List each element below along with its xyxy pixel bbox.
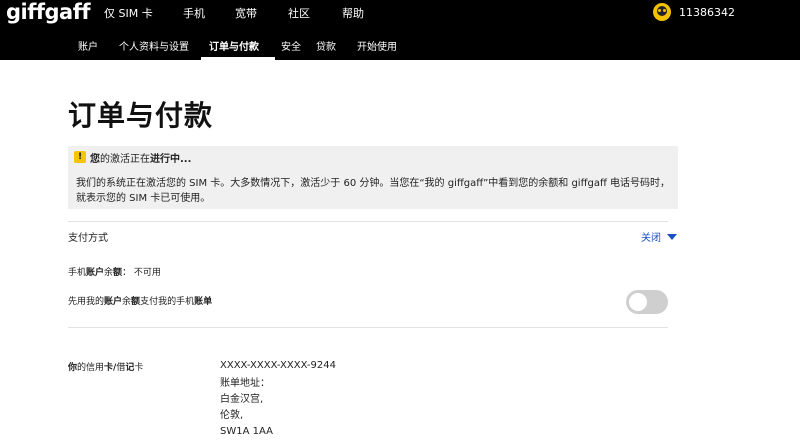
notice-heading-part: 您	[90, 154, 100, 165]
main-nav-help[interactable]: 帮助	[342, 5, 382, 21]
card-label-part: 记	[125, 363, 135, 373]
top-navigation-bar: giffgaff 仅 SIM 卡 手机 宽带 社区 帮助 11386342 账户…	[0, 0, 800, 60]
billing-address-line: 白金汉宫,	[220, 394, 264, 405]
notice-heading-part: 的激活正在	[100, 154, 150, 165]
use-balance-part: 支付我的手机	[140, 297, 195, 307]
divider	[68, 221, 668, 222]
sub-nav-profile-settings[interactable]: 个人资料与设置	[119, 38, 207, 60]
sub-nav-loans[interactable]: 贷款	[316, 38, 357, 60]
use-balance-toggle[interactable]	[626, 290, 668, 314]
billing-address-line: 伦敦,	[220, 410, 244, 421]
activation-notice: ! 您的激活正在进行中... 我们的系统正在激活您的 SIM 卡。大多数情况下，…	[68, 146, 678, 209]
card-label-part: 的信用	[77, 363, 105, 373]
card-label-part: 借	[116, 363, 126, 373]
card-label-part: 卡	[134, 363, 144, 373]
use-balance-part: 账户	[104, 297, 123, 307]
sub-nav-get-started[interactable]: 开始使用	[357, 38, 417, 60]
notice-heading: 您的激活正在进行中...	[90, 150, 191, 165]
balance-text-part: 额	[113, 268, 123, 278]
main-nav-phones[interactable]: 手机	[183, 5, 235, 21]
page-title: 订单与付款	[68, 99, 214, 132]
giffgaff-logo[interactable]: giffgaff	[6, 0, 90, 24]
close-label[interactable]: 关闭	[641, 229, 661, 244]
card-label: 你的信用卡/借记卡	[68, 360, 143, 373]
card-number: XXXX-XXXX-XXXX-9244	[220, 360, 336, 371]
sub-nav-account[interactable]: 账户	[78, 38, 119, 60]
warning-icon: !	[74, 151, 86, 163]
avatar-eye-left	[658, 9, 661, 12]
balance-text-part: 手机	[68, 268, 87, 278]
notice-body: 我们的系统正在激活您的 SIM 卡。大多数情况下，激活少于 60 分钟。当您在“…	[76, 178, 671, 204]
divider	[68, 327, 668, 328]
toggle-knob[interactable]	[629, 293, 647, 311]
use-balance-part: 余	[122, 297, 132, 307]
sub-nav-orders-payments[interactable]: 订单与付款	[201, 38, 278, 60]
use-balance-label: 先用我的账户余额支付我的手机账单	[68, 294, 212, 307]
use-balance-part: 额	[131, 297, 141, 307]
sub-nav-security[interactable]: 安全	[278, 38, 316, 60]
payment-method-label: 支付方式	[68, 233, 108, 244]
billing-address-line: 账单地址：	[220, 378, 270, 389]
notice-heading-part: 进行中...	[150, 154, 192, 165]
balance-text-part: 账户	[86, 268, 105, 278]
main-nav-sim-only[interactable]: 仅 SIM 卡	[104, 5, 183, 21]
user-member-number[interactable]: 11386342	[679, 6, 735, 19]
card-label-part: 你	[68, 363, 78, 373]
caret-down-icon[interactable]	[667, 233, 677, 240]
user-account-menu[interactable]: 11386342	[653, 3, 735, 21]
avatar-eye-right	[663, 9, 666, 12]
sub-nav: 账户 个人资料与设置 订单与付款 安全 贷款 开始使用	[78, 38, 417, 60]
card-label-part: 卡/	[104, 363, 117, 373]
billing-address-line: SW1A 1AA	[220, 426, 273, 437]
balance-text-part: ： 不可用	[122, 268, 161, 278]
main-nav-community[interactable]: 社区	[288, 5, 342, 21]
main-nav-broadband[interactable]: 宽带	[235, 5, 288, 21]
main-nav: 仅 SIM 卡 手机 宽带 社区 帮助	[104, 5, 382, 21]
use-balance-part: 先用我的	[68, 297, 105, 307]
payment-collapse-toggle[interactable]: 关闭	[641, 229, 677, 244]
phone-balance-text: 手机账户余额： 不可用	[68, 265, 161, 278]
use-balance-part: 账单	[194, 297, 213, 307]
balance-text-part: 余	[104, 268, 114, 278]
billing-address: 账单地址： 白金汉宫, 伦敦, SW1A 1AA	[220, 376, 273, 440]
avatar[interactable]	[653, 3, 671, 21]
